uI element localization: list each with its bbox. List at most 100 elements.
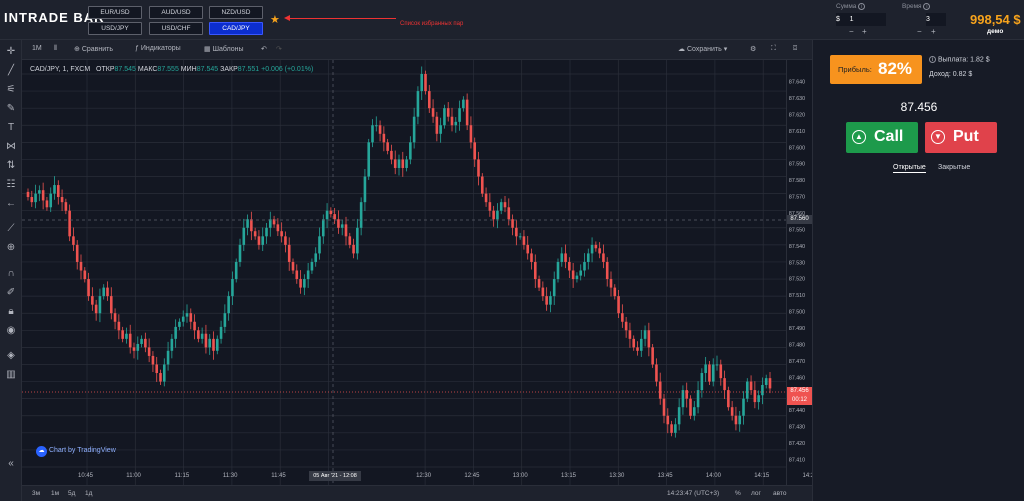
y-tick-label: 87.550: [789, 227, 805, 233]
camera-icon[interactable]: ⌼: [793, 45, 797, 53]
info-icon[interactable]: i: [923, 3, 931, 10]
info-icon[interactable]: i: [929, 56, 936, 63]
price-chart[interactable]: [22, 60, 786, 485]
lock-icon[interactable]: 🔒︎: [5, 306, 17, 318]
eye-icon[interactable]: ◉: [5, 325, 17, 337]
put-button[interactable]: ▼ Put: [925, 122, 997, 153]
amount-input[interactable]: $ 1: [836, 13, 886, 26]
favorite-star-icon[interactable]: ★: [270, 13, 280, 26]
candle-body: [215, 338, 219, 351]
candle-body: [83, 270, 87, 280]
candle-body: [75, 244, 79, 262]
undo-icon[interactable]: ↶: [261, 45, 267, 53]
settings-icon[interactable]: ⚙: [750, 45, 756, 53]
tab-open-trades[interactable]: Открытые: [893, 164, 926, 173]
indicators-button[interactable]: ƒ Индикаторы: [135, 45, 181, 52]
candle-body: [761, 384, 764, 396]
clock[interactable]: 14:23:47 (UTC+3): [667, 490, 719, 497]
brush-icon[interactable]: ✎: [5, 103, 17, 115]
amount-minus-button[interactable]: −: [849, 27, 854, 36]
candle-body: [484, 193, 488, 203]
log-toggle[interactable]: лог: [751, 490, 761, 497]
candle-body: [518, 236, 522, 238]
candle-body: [431, 108, 435, 117]
auto-toggle[interactable]: авто: [773, 490, 786, 497]
tab-closed-trades[interactable]: Закрытые: [938, 164, 970, 171]
zoom-icon[interactable]: ⊕: [5, 242, 17, 254]
candle-body: [579, 270, 583, 276]
price-axis[interactable]: 87.640 87.630 87.620 87.610 87.600 87.590 87.5…: [786, 60, 812, 485]
tradingview-watermark[interactable]: ☁ Chart by TradingView: [36, 446, 116, 457]
current-price-tag: 87.456: [787, 387, 812, 396]
countdown-tag: 00:12: [787, 396, 812, 405]
prediction-icon[interactable]: ⇅: [5, 160, 17, 172]
amount-plus-button[interactable]: +: [862, 27, 867, 36]
candle-body: [416, 91, 420, 117]
time-plus-button[interactable]: +: [931, 27, 936, 36]
pencil-lock-icon[interactable]: ✐: [5, 287, 17, 299]
time-input[interactable]: 3: [926, 13, 946, 26]
candle-body: [280, 231, 283, 237]
candle-body: [333, 214, 336, 220]
candle-body: [253, 231, 257, 237]
collapse-icon[interactable]: «: [5, 458, 17, 470]
pair-button-cadjpy[interactable]: CAD/JPY: [209, 22, 263, 35]
range-1m[interactable]: 1м: [51, 490, 59, 497]
candle-body: [318, 236, 321, 254]
candle-body: [658, 381, 662, 399]
back-arrow-icon[interactable]: ←: [5, 198, 17, 210]
layers-icon[interactable]: ◈: [5, 350, 17, 362]
gann-icon[interactable]: ☷: [5, 179, 17, 191]
trash-icon[interactable]: ▥: [5, 369, 17, 381]
candle-body: [234, 261, 238, 280]
time-minus-button[interactable]: −: [917, 27, 922, 36]
trendline-icon[interactable]: ╱: [5, 65, 17, 77]
range-1d[interactable]: 1д: [85, 490, 92, 497]
text-icon[interactable]: T: [5, 122, 17, 134]
candle-body: [700, 373, 704, 391]
pair-button-usdchf[interactable]: USD/CHF: [149, 22, 203, 35]
candle-type-icon[interactable]: ⫴: [54, 45, 57, 53]
y-tick-label: 87.530: [789, 260, 805, 266]
candle-body: [439, 125, 442, 134]
candle-body: [41, 190, 45, 201]
pair-button-usdjpy[interactable]: USD/JPY: [88, 22, 142, 35]
range-3m[interactable]: 3м: [32, 490, 40, 497]
candle-body: [166, 350, 170, 365]
redo-icon[interactable]: ↷: [276, 45, 282, 53]
templates-button[interactable]: ▦ Шаблоны: [204, 45, 244, 53]
pattern-icon[interactable]: ⋈: [5, 141, 17, 153]
ruler-icon[interactable]: ⟋: [5, 223, 17, 235]
pair-button-audusd[interactable]: AUD/USD: [149, 6, 203, 19]
compare-button[interactable]: ⊕ Сравнить: [74, 45, 113, 53]
candle-body: [212, 338, 215, 351]
candle-body: [68, 210, 71, 237]
range-5d[interactable]: 5д: [68, 490, 75, 497]
x-tick-label: 11:45: [271, 473, 286, 479]
candle-body: [261, 236, 265, 245]
percent-toggle[interactable]: %: [735, 490, 741, 497]
legend-open-label: ОТКР: [96, 66, 115, 73]
interval-button[interactable]: 1M: [32, 45, 42, 52]
x-tick-label: 13:00: [512, 473, 528, 479]
call-button[interactable]: ▲ Call: [846, 122, 918, 153]
fullscreen-icon[interactable]: ⛶: [771, 45, 776, 53]
candle-body: [276, 224, 280, 232]
save-button[interactable]: ☁ Сохранить ▾: [678, 45, 727, 53]
fib-icon[interactable]: ⚟: [5, 84, 17, 96]
candle-body: [132, 347, 136, 351]
candle-body: [594, 244, 598, 249]
legend-symbol[interactable]: CAD/JPY, 1, FXCM: [30, 66, 90, 73]
magnet-icon[interactable]: ∩: [5, 268, 17, 280]
crosshair-icon[interactable]: ✛: [5, 46, 17, 58]
pair-button-eurusd[interactable]: EUR/USD: [88, 6, 142, 19]
account-mode: демо: [987, 28, 1004, 35]
time-axis[interactable]: 10:4511:0011:1511:3011:4512:0012:3012:45…: [22, 472, 814, 484]
candle-body: [181, 316, 185, 322]
candle-body: [348, 236, 352, 245]
pair-button-nzdusd[interactable]: NZD/USD: [209, 6, 263, 19]
y-tick-label: 87.630: [789, 96, 805, 102]
candle-body: [56, 185, 60, 198]
candle-body: [356, 227, 359, 254]
info-icon[interactable]: i: [858, 3, 866, 10]
